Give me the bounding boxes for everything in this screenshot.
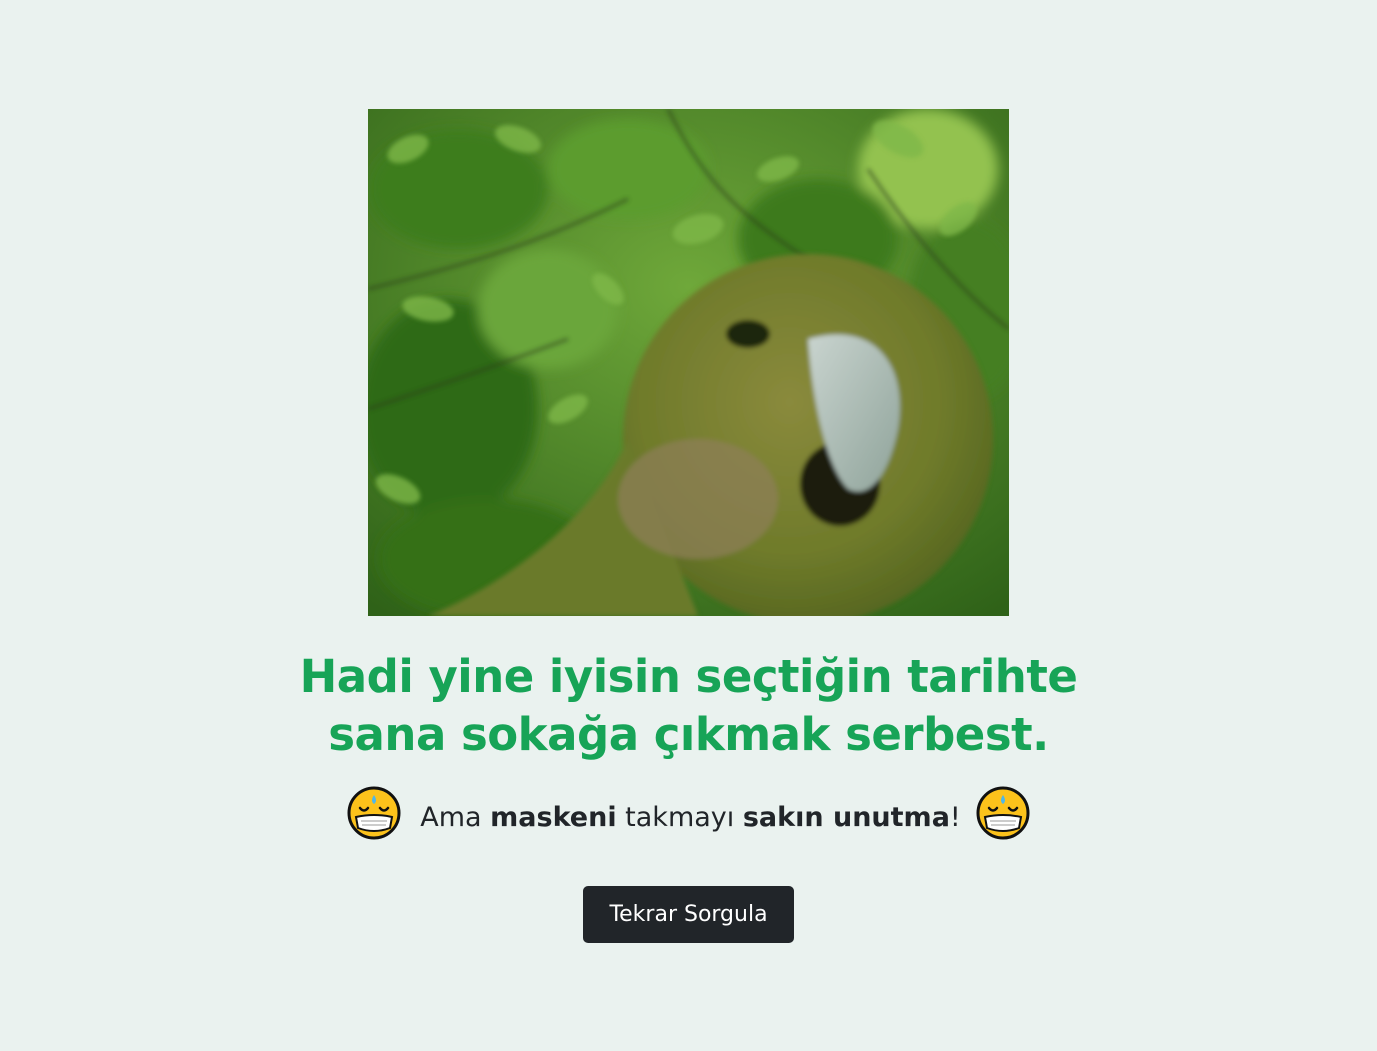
face-with-medical-mask-sweat-icon (976, 786, 1030, 840)
result-headline: Hadi yine iyisin seçtiğin tarihte sana s… (200, 648, 1177, 764)
reminder-text: Ama maskeni takmayı sakın unutma! (420, 794, 961, 833)
reminder-bold-dont-forget: sakın unutma (742, 801, 950, 833)
headline-line-2: sana sokağa çıkmak serbest. (328, 708, 1049, 761)
parrot-illustration (368, 109, 1009, 616)
reminder-part-3: ! (949, 801, 961, 833)
reminder-part-2: takmayı (616, 801, 743, 833)
reminder-bold-mask: maskeni (490, 801, 617, 833)
result-page: Hadi yine iyisin seçtiğin tarihte sana s… (0, 0, 1377, 1051)
mask-reminder: Ama maskeni takmayı sakın unutma! (0, 784, 1377, 842)
query-again-button[interactable]: Tekrar Sorgula (583, 886, 794, 943)
headline-line-1: Hadi yine iyisin seçtiğin tarihte (299, 650, 1078, 703)
reminder-part-1: Ama (420, 801, 491, 833)
face-with-medical-mask-sweat-icon (347, 786, 401, 840)
parrot-photo (368, 109, 1009, 616)
